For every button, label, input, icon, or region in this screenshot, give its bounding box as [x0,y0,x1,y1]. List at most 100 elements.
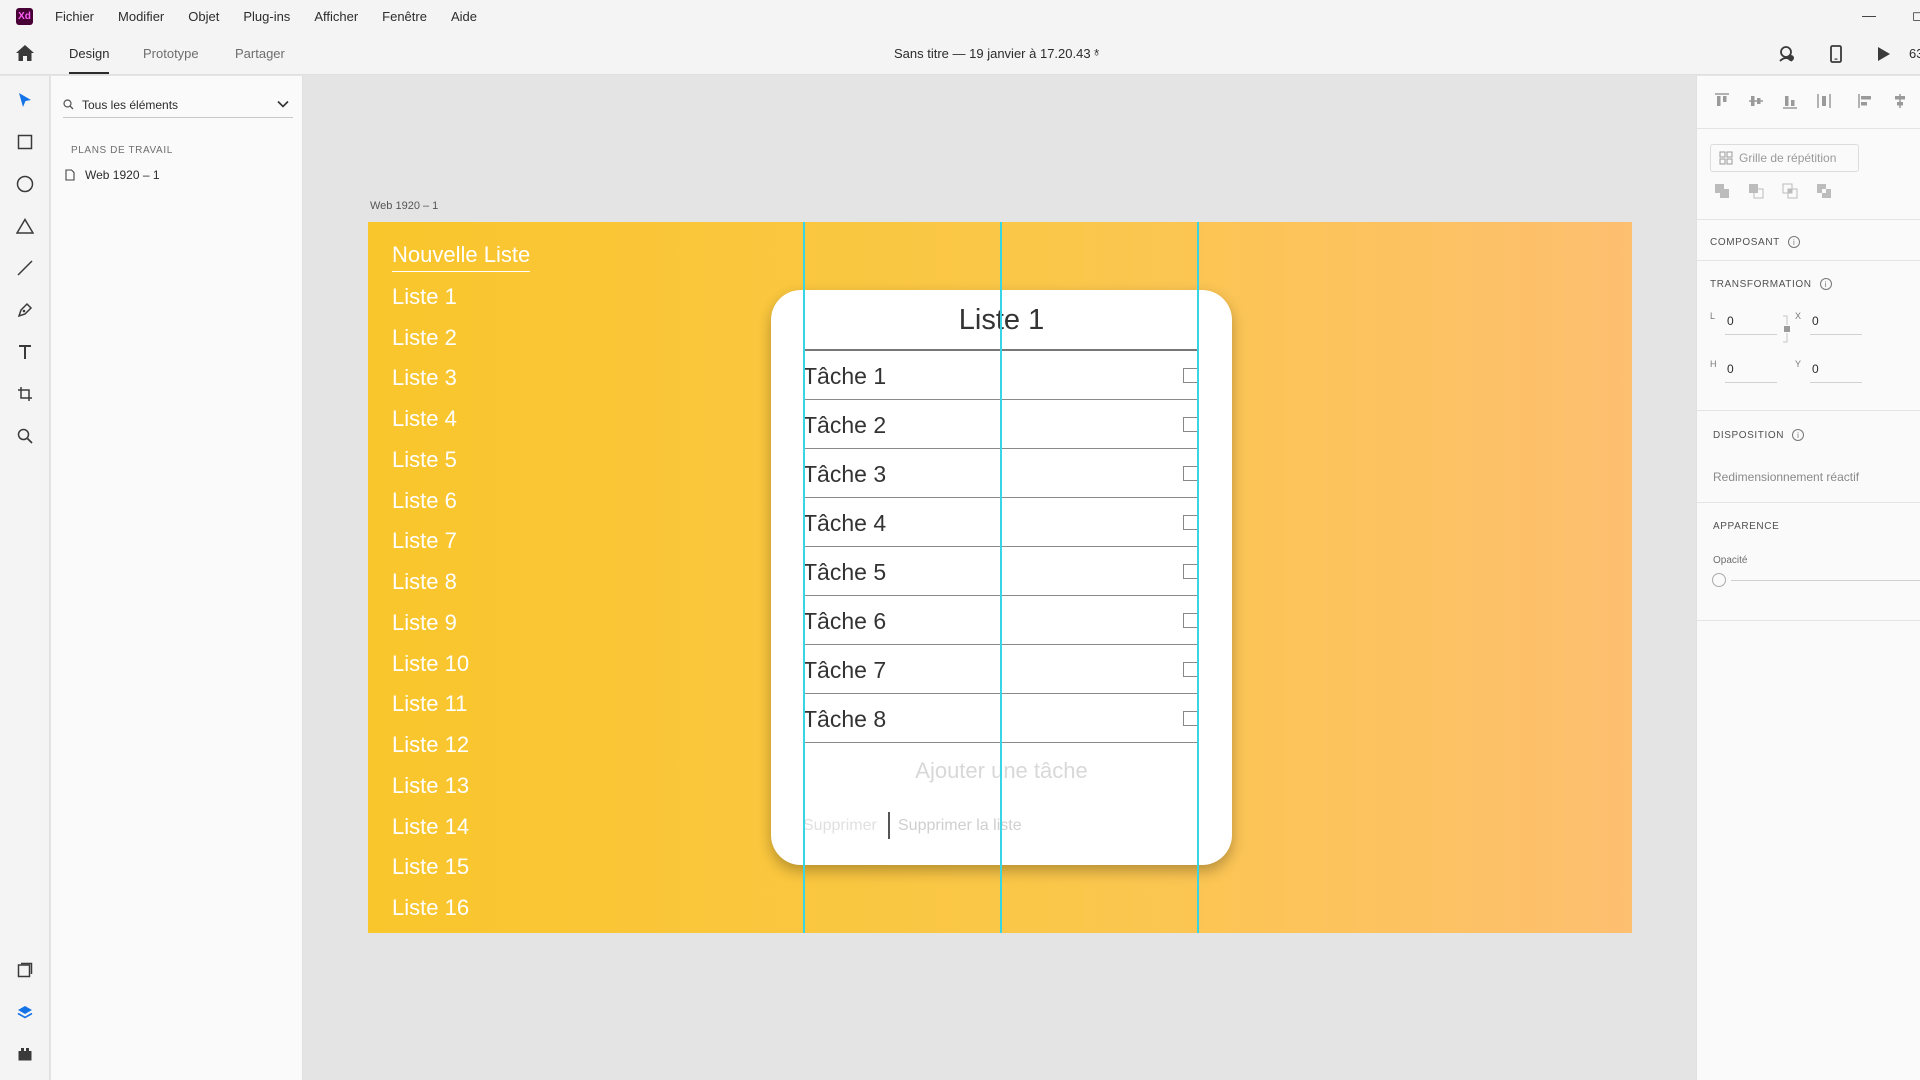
align-toolbar [1713,92,1909,110]
menu-afficher[interactable]: Afficher [314,9,358,24]
xd-logo-icon: Xd [16,7,33,25]
home-icon[interactable] [15,44,35,62]
list-link[interactable]: Liste 11 [392,691,467,717]
zoom-level[interactable]: 63 [1909,46,1920,61]
boolean-exclude-icon[interactable] [1815,182,1833,200]
appearance-title: APPARENCE [1713,521,1780,532]
delete-button[interactable]: Supprimer [803,817,877,835]
pen-tool-icon[interactable] [14,299,36,321]
opacity-slider-handle[interactable] [1712,573,1726,587]
info-icon[interactable]: i [1787,236,1800,248]
list-link[interactable]: Liste 1 [392,284,457,310]
list-link[interactable]: Liste 5 [392,447,457,473]
user-invite-icon[interactable] [1776,44,1796,64]
polygon-tool-icon[interactable] [14,215,36,237]
info-icon[interactable]: i [1792,429,1805,441]
list-link[interactable]: Liste 14 [392,814,469,840]
boolean-intersect-icon[interactable] [1781,182,1799,200]
text-tool-icon[interactable] [14,341,36,363]
align-bottom-icon[interactable] [1781,92,1799,110]
tool-rail [0,76,50,1080]
list-link[interactable]: Liste 8 [392,569,457,595]
list-link[interactable]: Liste 7 [392,528,457,554]
assets-icon[interactable] [14,959,36,981]
line-tool-icon[interactable] [14,257,36,279]
tab-design[interactable]: Design [69,46,109,61]
distribute-vertical-icon[interactable] [1815,92,1833,110]
document-title[interactable]: Sans titre — 19 janvier à 17.20.43 * [894,46,1099,61]
minimize-icon[interactable] [1862,15,1876,17]
align-left-icon[interactable] [1857,92,1875,110]
boolean-add-icon[interactable] [1713,182,1731,200]
list-link[interactable]: Liste 15 [392,854,469,880]
task-checkbox[interactable] [1183,564,1198,579]
align-center-icon[interactable] [1891,92,1909,110]
opacity-slider-track[interactable] [1731,580,1920,581]
zoom-tool-icon[interactable] [14,425,36,447]
list-link[interactable]: Liste 12 [392,732,469,758]
lock-aspect-icon[interactable] [1781,314,1791,344]
layers-filter[interactable]: Tous les éléments [63,92,293,118]
tab-prototype[interactable]: Prototype [143,46,199,61]
y-key: Y [1795,359,1802,369]
align-middle-icon[interactable] [1747,92,1765,110]
menu-plugins[interactable]: Plug-ins [243,9,290,24]
maximize-icon[interactable]: ◻ [1912,8,1920,24]
artboard[interactable]: Nouvelle Liste Liste 1 Liste 2 Liste 3 L… [368,222,1632,933]
select-tool-icon[interactable] [14,89,36,111]
divider [1697,502,1920,503]
todo-card[interactable]: Liste 1 Tâche 1 Tâche 2 Tâche 3 Tâche 4 … [771,290,1232,865]
layers-icon[interactable] [14,1001,36,1023]
y-value[interactable]: 0 [1812,362,1819,376]
list-link[interactable]: Liste 10 [392,651,469,677]
menu-fenetre[interactable]: Fenêtre [382,9,427,24]
tab-partager[interactable]: Partager [235,46,285,61]
artboard-name-label[interactable]: Web 1920 – 1 [370,200,438,212]
task-checkbox[interactable] [1183,466,1198,481]
list-link[interactable]: Liste 13 [392,773,469,799]
delete-list-button[interactable]: Supprimer la liste [898,817,1022,835]
layers-filter-label: Tous les éléments [82,97,179,112]
list-link[interactable]: Liste 16 [392,895,469,921]
divider [1697,128,1920,129]
task-checkbox[interactable] [1183,515,1198,530]
x-value[interactable]: 0 [1812,314,1819,328]
responsive-resize-toggle[interactable]: Redimensionnement réactif [1713,470,1859,484]
chevron-down-icon[interactable]: ⌄ [1092,46,1101,59]
repeat-grid-button[interactable]: Grille de répétition [1710,144,1859,172]
list-link[interactable]: Liste 9 [392,610,457,636]
menu-bar: Xd Fichier Modifier Objet Plug-ins Affic… [0,0,1920,32]
list-link[interactable]: Liste 4 [392,406,457,432]
list-link[interactable]: Liste 3 [392,365,457,391]
ellipse-tool-icon[interactable] [14,173,36,195]
new-list-link[interactable]: Nouvelle Liste [392,242,531,272]
menu-aide[interactable]: Aide [451,9,477,24]
task-checkbox[interactable] [1183,368,1198,383]
artboard-tool-icon[interactable] [14,383,36,405]
align-top-icon[interactable] [1713,92,1731,110]
layout-section: DISPOSITION i [1713,429,1805,441]
appearance-section: APPARENCE [1713,521,1779,532]
add-task-button[interactable]: Ajouter une tâche [771,758,1232,784]
property-inspector: Grille de répétition COMPOSANT i TRANSFO… [1696,76,1920,1080]
list-link[interactable]: Liste 6 [392,488,457,514]
task-checkbox[interactable] [1183,613,1198,628]
rectangle-tool-icon[interactable] [14,131,36,153]
layout-guide-right [1197,222,1199,933]
menu-objet[interactable]: Objet [188,9,219,24]
plugins-icon[interactable] [14,1043,36,1065]
boolean-subtract-icon[interactable] [1747,182,1765,200]
mobile-preview-icon[interactable] [1826,44,1846,64]
chevron-down-icon[interactable] [277,100,289,108]
task-checkbox[interactable] [1183,662,1198,677]
task-checkbox[interactable] [1183,711,1198,726]
menu-modifier[interactable]: Modifier [118,9,164,24]
layer-item-artboard[interactable]: Web 1920 – 1 [65,168,160,182]
info-icon[interactable]: i [1819,278,1832,290]
list-link[interactable]: Liste 2 [392,325,457,351]
task-checkbox[interactable] [1183,417,1198,432]
menu-fichier[interactable]: Fichier [55,9,94,24]
width-value[interactable]: 0 [1727,314,1734,328]
play-icon[interactable] [1873,44,1893,64]
height-value[interactable]: 0 [1727,362,1734,376]
